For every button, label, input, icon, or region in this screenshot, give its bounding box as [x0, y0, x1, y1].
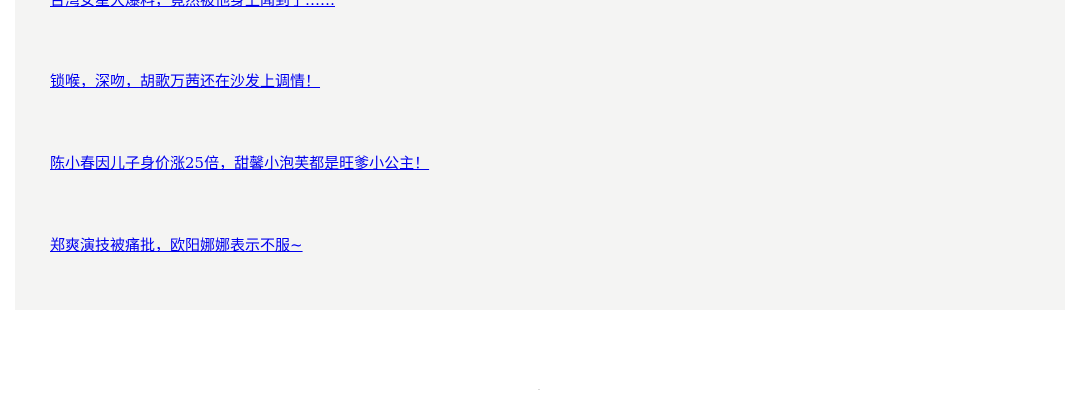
list-item: 郑爽演技被痛批，欧阳娜娜表示不服~ [50, 235, 303, 254]
news-link[interactable]: 陈小春因儿子身价涨25倍，甜馨小泡芙都是旺爹小公主！ [50, 154, 429, 172]
news-link[interactable]: 郑爽演技被痛批，欧阳娜娜表示不服~ [50, 236, 303, 254]
news-link[interactable]: 台湾女星大爆料，竟然被他身上闻到了…… [50, 0, 335, 9]
list-item: 台湾女星大爆料，竟然被他身上闻到了…… [50, 0, 335, 9]
list-item: 陈小春因儿子身价涨25倍，甜馨小泡芙都是旺爹小公主！ [50, 153, 429, 172]
news-link[interactable]: 锁喉，深吻，胡歌万茜还在沙发上调情！ [50, 72, 320, 90]
decorative-dot [538, 389, 540, 390]
list-item: 锁喉，深吻，胡歌万茜还在沙发上调情！ [50, 71, 320, 90]
